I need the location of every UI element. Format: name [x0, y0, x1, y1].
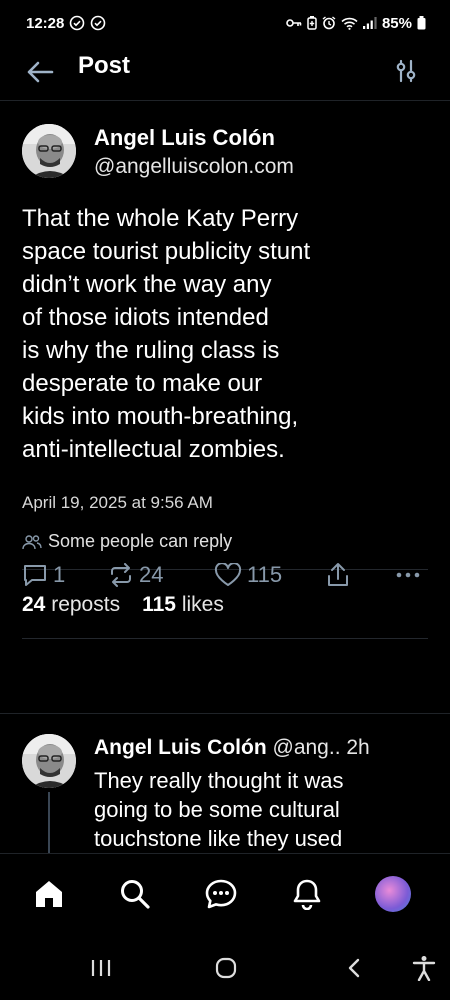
like-count: 115	[247, 562, 283, 587]
reply-author-name[interactable]: Angel Luis Colón	[94, 736, 267, 759]
app-header: Post	[0, 46, 450, 101]
reply-text: They really thought it was going to be s…	[94, 766, 434, 853]
check-circle-icon	[70, 15, 85, 31]
bottom-nav	[0, 853, 450, 933]
status-bar: 12:28 85%	[0, 0, 450, 46]
nav-home-button[interactable]	[27, 872, 71, 916]
avatar	[375, 876, 411, 912]
people-icon	[22, 534, 42, 549]
divider	[22, 638, 428, 639]
chevron-left-icon	[348, 958, 360, 978]
post-text-line: of those idiots intended	[22, 304, 269, 331]
alarm-icon	[322, 16, 336, 30]
recent-apps-icon	[91, 960, 111, 976]
nav-search-button[interactable]	[113, 872, 157, 916]
thread-line	[48, 792, 50, 854]
post-text: That the whole Katy Perry space tourist …	[22, 202, 422, 466]
search-icon	[121, 880, 150, 909]
nav-chat-button[interactable]	[199, 872, 243, 916]
back-button[interactable]	[24, 56, 56, 88]
nav-profile-button[interactable]	[371, 872, 415, 916]
system-nav-bar	[0, 936, 450, 1000]
reply-time: 2h	[346, 736, 370, 759]
like-button[interactable]: 115	[214, 557, 282, 593]
status-right: 85%	[286, 15, 426, 32]
reply-setting-label: Some people can reply	[48, 531, 233, 551]
avatar[interactable]	[22, 124, 76, 178]
repost-arrows-icon	[111, 563, 131, 587]
post-text-line: anti-intellectual zombies.	[22, 436, 285, 463]
battery-icon	[417, 16, 426, 30]
reply-text-line: touchstone like they used	[94, 826, 343, 851]
bell-icon	[293, 879, 321, 910]
chat-icon	[205, 879, 237, 909]
share-up-icon	[328, 563, 348, 586]
battery-saver-icon	[307, 16, 317, 30]
reply-post[interactable]: Angel Luis Colón @ang.. 2h They really t…	[0, 714, 450, 854]
home-system-button[interactable]	[212, 954, 240, 982]
post-text-line: space tourist publicity stunt	[22, 238, 311, 265]
more-options-button[interactable]	[396, 557, 420, 593]
reply-text-line: They really thought it was	[94, 768, 344, 793]
speech-bubble-icon	[24, 565, 46, 586]
nav-notifications-button[interactable]	[285, 872, 329, 916]
post-text-line: kids into mouth-breathing,	[22, 403, 299, 430]
author-handle[interactable]: @angelluiscolon.com	[94, 155, 294, 179]
status-time: 12:28	[26, 14, 65, 32]
post-text-line: That the whole Katy Perry	[22, 205, 299, 232]
thread-settings-button[interactable]	[392, 56, 420, 86]
post-date: April 19, 2025 at 9:56 AM	[22, 493, 213, 512]
share-button[interactable]	[326, 557, 350, 593]
sliders-icon	[396, 59, 416, 83]
reply-header: Angel Luis Colón @ang.. 2h	[94, 736, 370, 760]
post-actions: 1 24 115	[0, 557, 450, 597]
key-icon	[286, 19, 302, 27]
author-photo	[22, 734, 76, 788]
accessibility-icon	[412, 956, 436, 981]
author-photo	[22, 124, 76, 178]
post-text-line: desperate to make our	[22, 370, 263, 397]
author-name[interactable]: Angel Luis Colón	[94, 125, 275, 151]
post-text-line: is why the ruling class is	[22, 337, 280, 364]
repost-button[interactable]: 24	[108, 557, 163, 593]
reply-author-handle: @ang..	[272, 736, 341, 759]
reply-button[interactable]: 1	[22, 557, 65, 593]
avatar[interactable]	[22, 734, 76, 788]
battery-percent: 85%	[381, 14, 412, 32]
repost-count: 24	[139, 562, 164, 587]
reply-text-line: going to be some cultural	[94, 797, 340, 822]
arrow-left-icon	[27, 61, 54, 83]
heart-icon	[214, 563, 242, 586]
post-text-line: didn’t work the way any	[22, 271, 272, 298]
accessibility-button[interactable]	[410, 954, 438, 982]
recent-apps-button[interactable]	[88, 954, 114, 982]
ellipsis-icon	[396, 572, 420, 578]
home-icon	[36, 881, 62, 907]
reply-setting[interactable]: Some people can reply	[22, 531, 232, 552]
reply-count: 1	[53, 562, 66, 587]
home-circle-icon	[215, 957, 237, 979]
page-title: Post	[78, 52, 131, 79]
signal-icon	[362, 17, 377, 29]
check-circle-icon	[91, 15, 106, 31]
status-left: 12:28	[26, 15, 106, 32]
wifi-icon	[341, 17, 358, 30]
back-system-button[interactable]	[342, 954, 366, 982]
